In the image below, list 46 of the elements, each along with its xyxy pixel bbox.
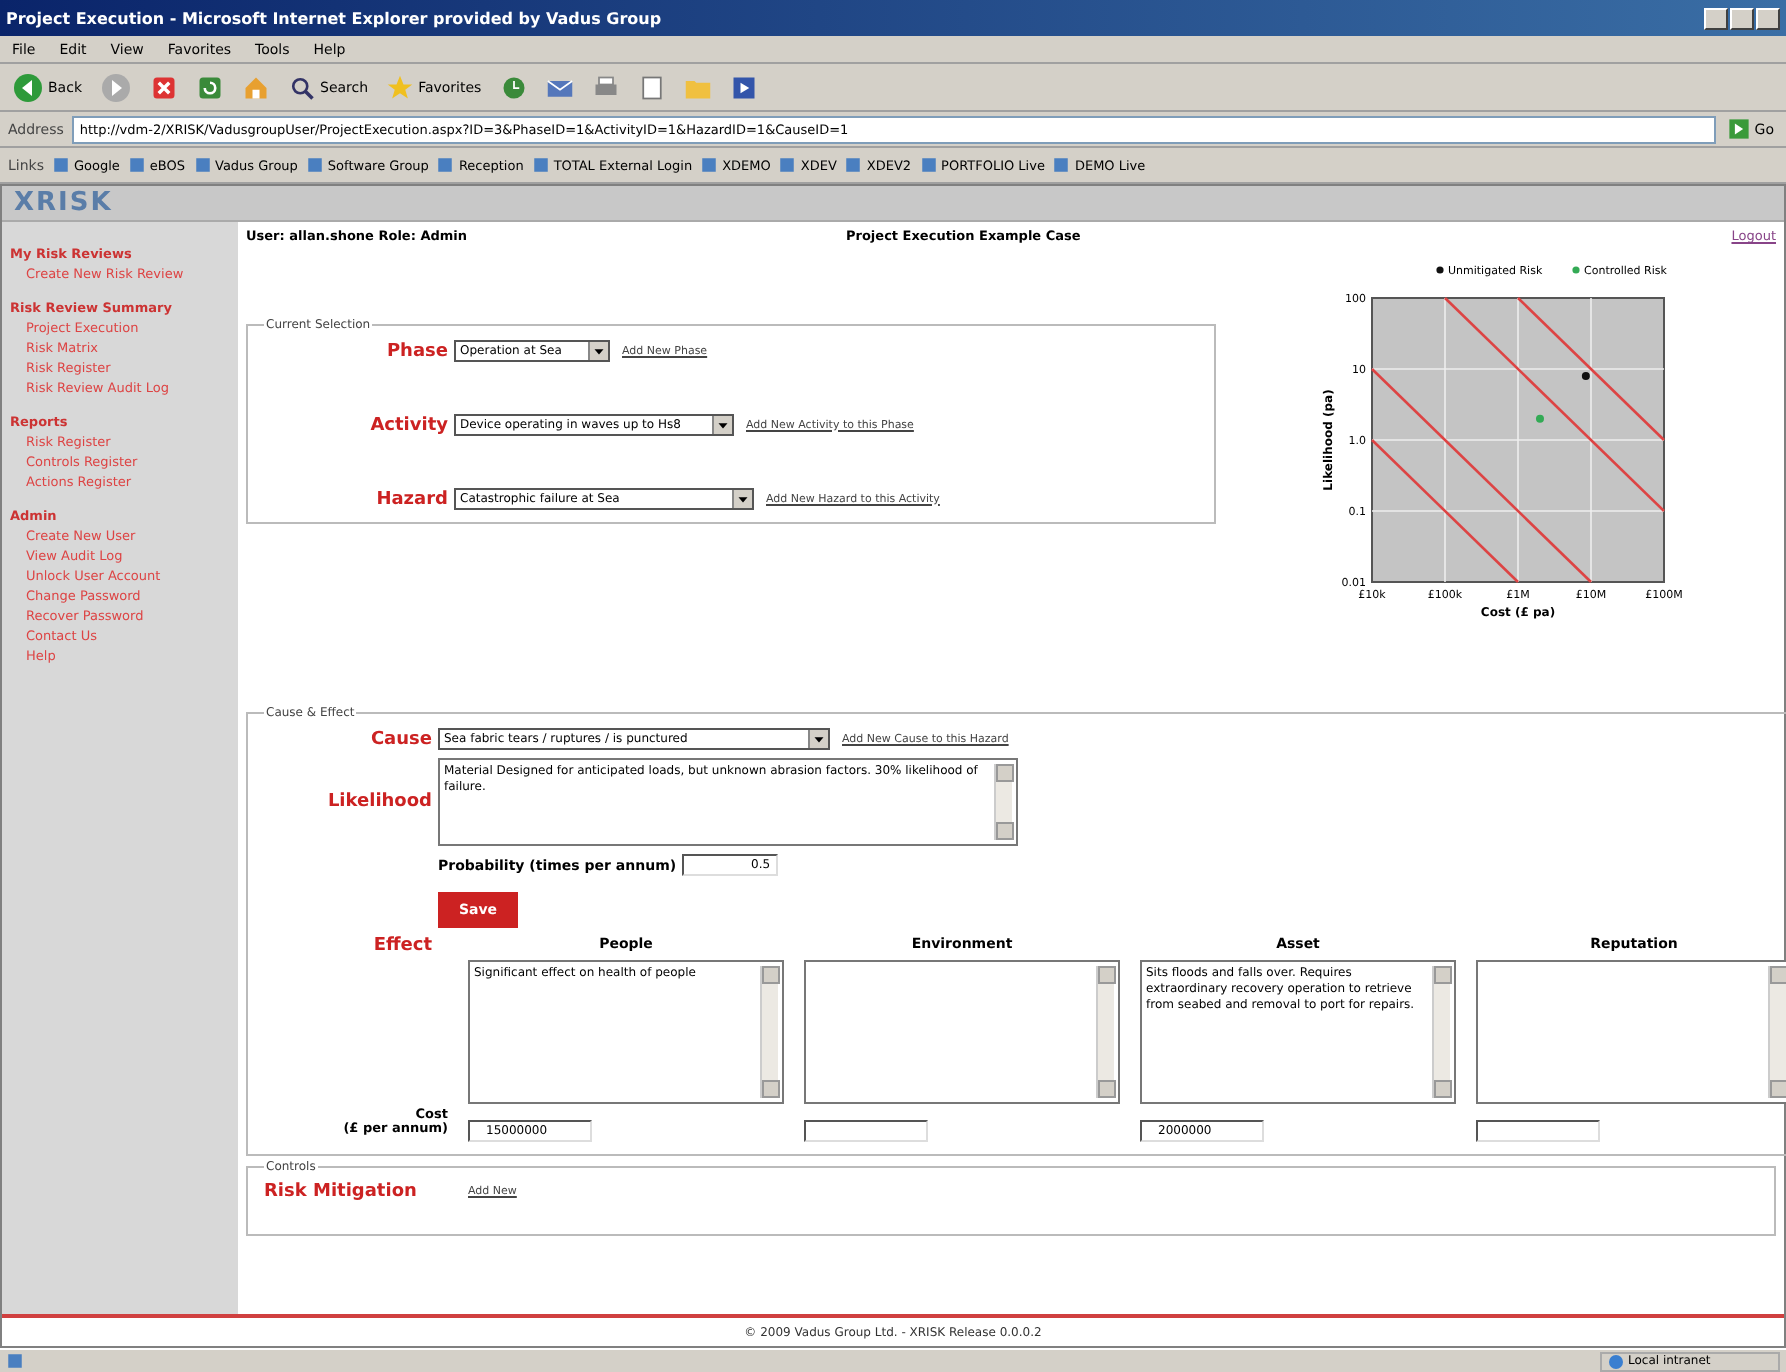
media-icon — [729, 73, 758, 101]
page-icon — [127, 156, 146, 174]
field-label: Phase — [384, 341, 448, 361]
caret-icon — [712, 416, 732, 434]
globe-icon — [1608, 1353, 1624, 1369]
forward-icon — [100, 71, 132, 103]
star-icon — [386, 73, 415, 101]
scrollbar[interactable] — [1432, 966, 1450, 1098]
field-label: Hazard — [374, 489, 448, 509]
cost-field[interactable] — [804, 1120, 928, 1142]
field-label: Likelihood — [325, 792, 432, 812]
page-icon — [778, 156, 797, 174]
home-icon — [242, 73, 270, 101]
page-icon — [193, 156, 211, 174]
stop-icon — [150, 73, 178, 101]
effect-field[interactable] — [804, 960, 1120, 1104]
back-icon — [12, 71, 44, 103]
field-label: Effect — [371, 936, 432, 956]
caret-icon — [732, 490, 752, 508]
scrollbar[interactable] — [994, 764, 1012, 840]
caret-icon — [808, 730, 828, 748]
document-icon — [637, 73, 666, 101]
field-label: Activity — [368, 415, 448, 435]
brand-logo: XRISK — [14, 188, 113, 218]
printer-icon — [591, 73, 620, 101]
scrollbar[interactable] — [760, 966, 778, 1098]
window-title: Project Execution - Microsoft Internet Explorer provided by Vadus Group — [6, 9, 662, 27]
refresh-icon — [196, 73, 224, 101]
section-label: Risk Mitigation — [264, 1182, 419, 1202]
page-icon — [919, 156, 938, 174]
history-icon — [499, 73, 528, 101]
page-icon — [700, 156, 719, 174]
page-icon — [51, 156, 70, 174]
page-icon — [1052, 156, 1071, 174]
cost-field[interactable] — [1476, 1120, 1600, 1142]
caret-icon — [588, 342, 608, 360]
scrollbar[interactable] — [1096, 966, 1114, 1098]
page-icon — [531, 156, 550, 174]
effect-field[interactable] — [1476, 960, 1786, 1104]
search-icon — [288, 73, 316, 101]
page-icon — [6, 1352, 24, 1370]
page-icon — [436, 156, 455, 174]
scrollbar[interactable] — [1768, 966, 1786, 1098]
field-label: Cause — [368, 729, 432, 749]
page-icon — [305, 156, 324, 174]
page-icon — [844, 156, 863, 174]
